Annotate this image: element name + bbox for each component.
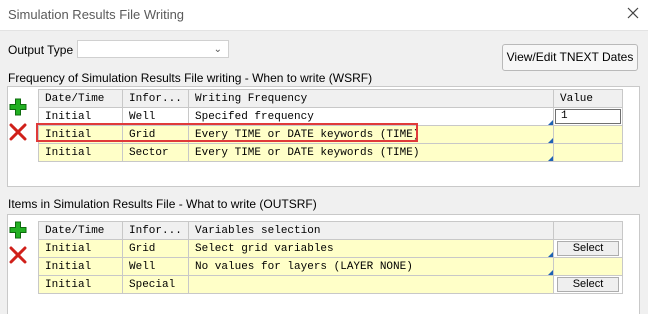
writing-frequency-text: Every TIME or DATE keywords (TIME) [195,128,420,141]
column-header-date: Date/Time [38,89,123,108]
variables-selection-cell[interactable]: No values for layers (LAYER NONE) [188,257,554,276]
variables-selection-cell[interactable]: Select grid variables [188,239,554,258]
column-header-writing-frequency: Writing Frequency [188,89,554,108]
column-header-value: Value [553,89,623,108]
outsrf-table: Date/Time Infor... Variables selection I… [38,221,623,294]
select-button[interactable]: Select [557,277,619,292]
column-header-variables-selection: Variables selection [188,221,554,240]
dropdown-indicator-icon [548,138,553,143]
wsrf-section-label: Frequency of Simulation Results File wri… [8,71,373,85]
outsrf-header-row: Date/Time Infor... Variables selection [38,221,623,240]
wsrf-header-row: Date/Time Infor... Writing Frequency Val… [38,89,623,108]
select-button[interactable]: Select [557,241,619,256]
column-header-info: Infor... [122,89,189,108]
info-cell[interactable]: Special [122,275,189,294]
output-type-label: Output Type [8,43,74,57]
variables-selection-text: Select grid variables [195,242,334,255]
column-header-info: Infor... [122,221,189,240]
variables-selection-text: No values for layers (LAYER NONE) [195,260,413,273]
table-row[interactable]: Initial Special Select [38,275,623,294]
value-cell[interactable]: 1 [553,107,623,126]
plus-icon[interactable] [9,221,27,239]
table-row[interactable]: Initial Sector Every TIME or DATE keywor… [38,143,623,162]
table-row[interactable]: Initial Well Specifed frequency 1 [38,107,623,126]
table-row[interactable]: Initial Grid Select grid variables Selec… [38,239,623,258]
plus-icon[interactable] [9,98,27,116]
date-cell[interactable]: Initial [38,257,123,276]
value-input[interactable]: 1 [555,109,621,124]
column-header-date: Date/Time [38,221,123,240]
outsrf-section-label: Items in Simulation Results File - What … [8,197,317,211]
action-cell: Select [553,275,623,294]
view-edit-tnext-dates-button[interactable]: View/Edit TNEXT Dates [502,44,638,71]
table-row[interactable]: Initial Well No values for layers (LAYER… [38,257,623,276]
variables-selection-cell[interactable] [188,275,554,294]
writing-frequency-cell[interactable]: Every TIME or DATE keywords (TIME) [188,125,554,144]
table-row[interactable]: Initial Grid Every TIME or DATE keywords… [38,125,623,144]
info-cell[interactable]: Grid [122,239,189,258]
wsrf-table: Date/Time Infor... Writing Frequency Val… [38,89,623,162]
writing-frequency-cell[interactable]: Every TIME or DATE keywords (TIME) [188,143,554,162]
window-title: Simulation Results File Writing [8,7,185,22]
value-cell[interactable] [553,143,623,162]
info-cell[interactable]: Well [122,107,189,126]
value-cell[interactable] [553,125,623,144]
date-cell[interactable]: Initial [38,125,123,144]
info-cell[interactable]: Well [122,257,189,276]
action-cell: Select [553,239,623,258]
output-type-dropdown[interactable]: ⌄ [77,40,229,58]
writing-frequency-text: Specifed frequency [195,110,314,123]
dropdown-indicator-icon [548,252,553,257]
info-cell[interactable]: Sector [122,143,189,162]
date-cell[interactable]: Initial [38,143,123,162]
delete-x-icon[interactable] [9,123,27,141]
column-header-action [553,221,623,240]
writing-frequency-cell[interactable]: Specifed frequency [188,107,554,126]
dropdown-indicator-icon [548,120,553,125]
dropdown-indicator-icon [548,270,553,275]
title-bar: Simulation Results File Writing [0,0,648,31]
delete-x-icon[interactable] [9,246,27,264]
date-cell[interactable]: Initial [38,107,123,126]
writing-frequency-text: Every TIME or DATE keywords (TIME) [195,146,420,159]
chevron-down-icon: ⌄ [213,44,222,55]
close-icon[interactable] [626,6,640,20]
dropdown-indicator-icon [548,156,553,161]
info-cell[interactable]: Grid [122,125,189,144]
date-cell[interactable]: Initial [38,275,123,294]
action-cell [553,257,623,276]
date-cell[interactable]: Initial [38,239,123,258]
